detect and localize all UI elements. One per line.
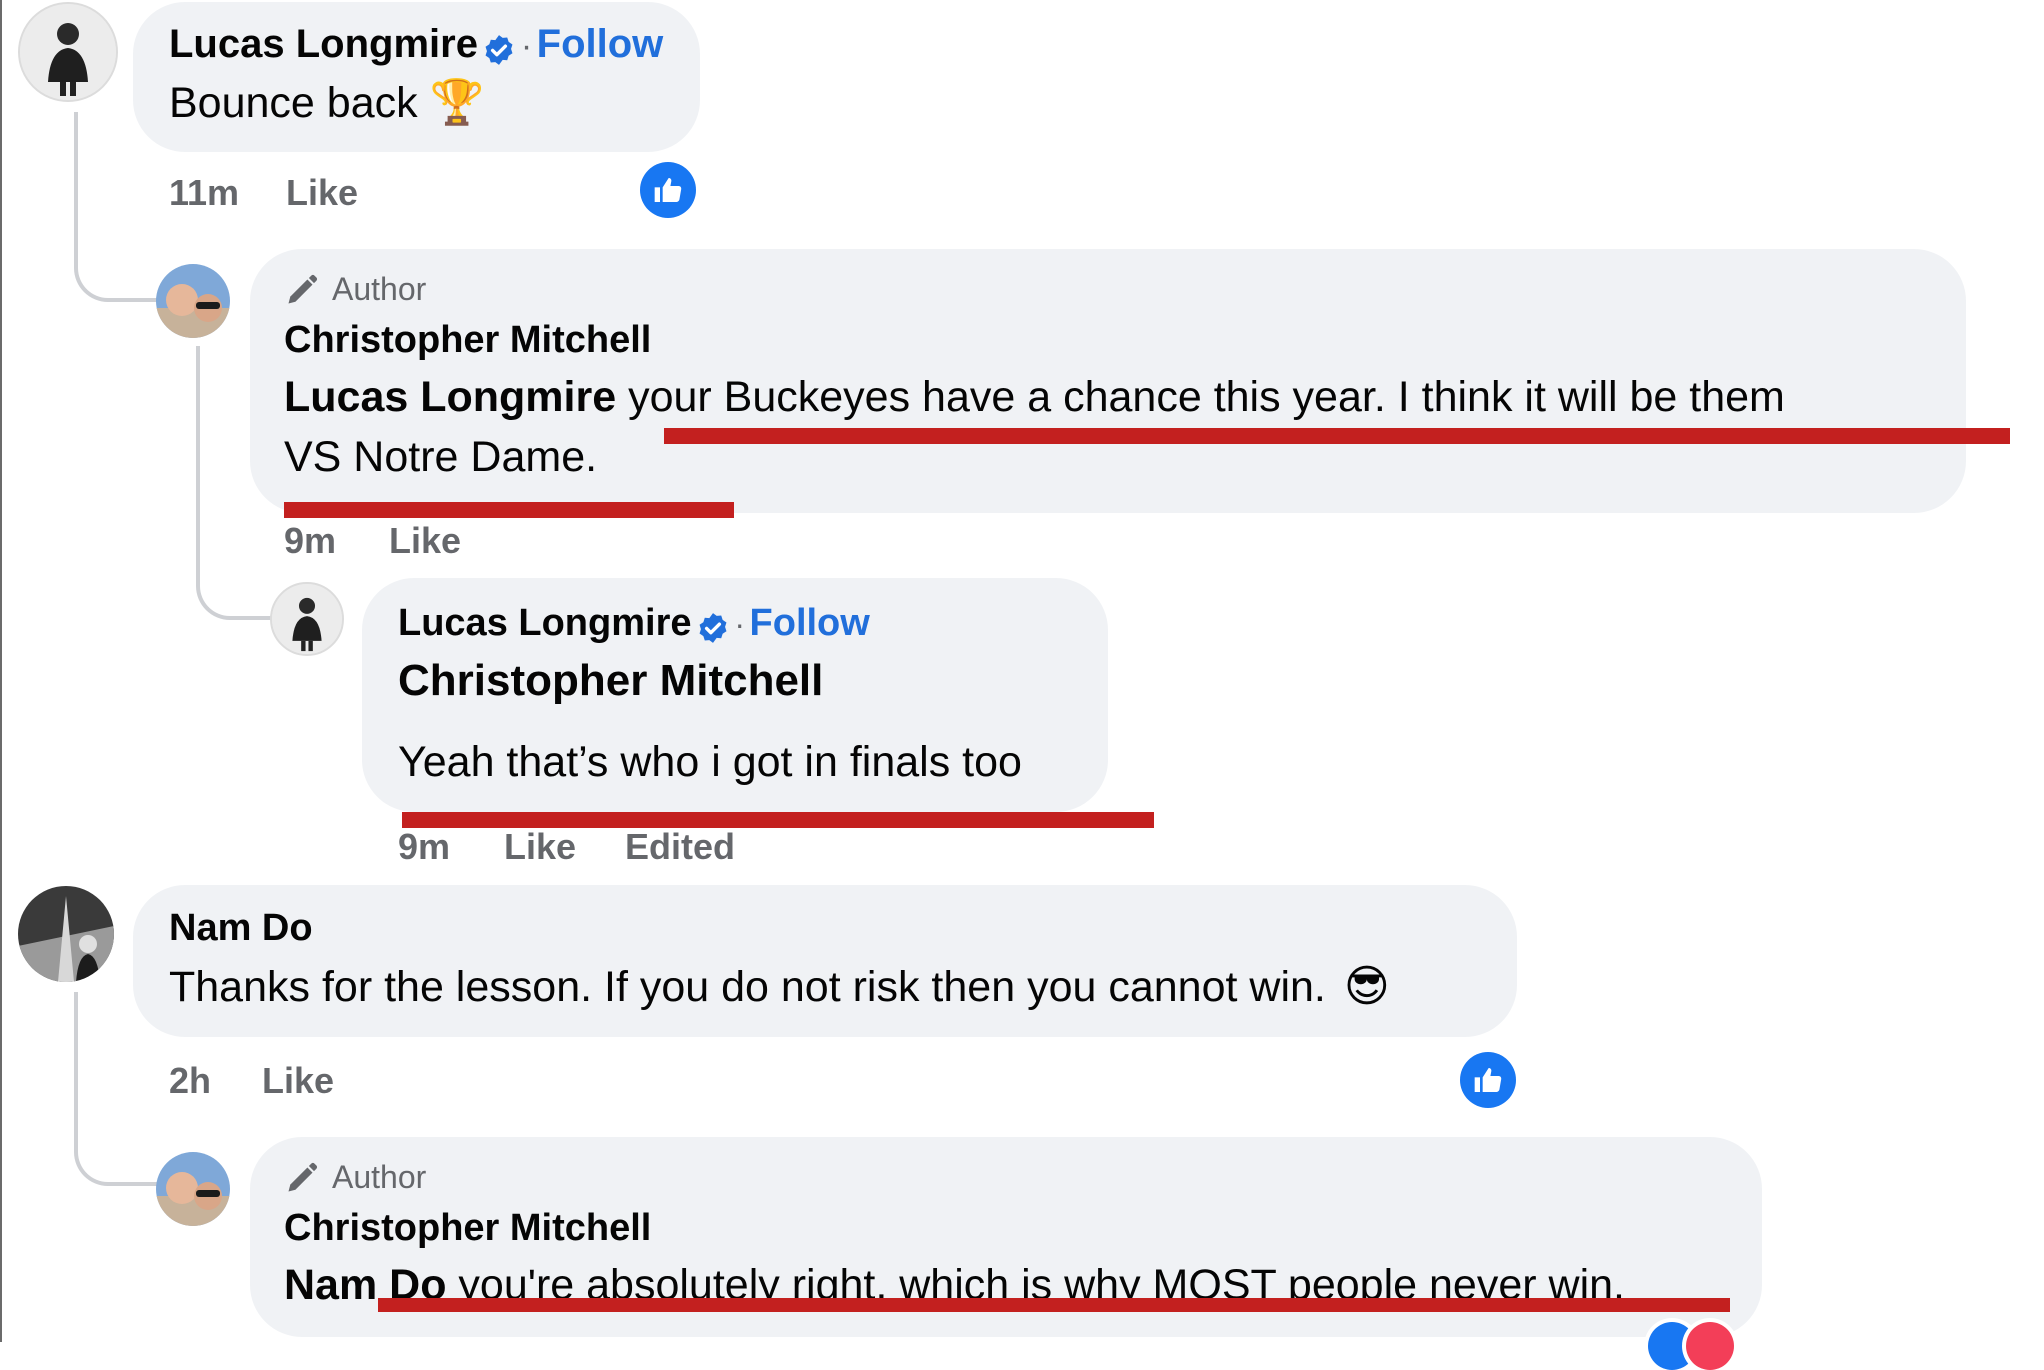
comment-text: Thanks for the lesson. If you do not ris… [169, 961, 1390, 1012]
reply-text-line-1: Lucas Longmire your Buckeyes have a chan… [284, 373, 1785, 422]
like-button[interactable]: Like [504, 826, 576, 868]
pencil-icon [288, 274, 318, 303]
follow-button[interactable]: Follow [750, 602, 870, 644]
reply-bubble: Lucas Longmire · Follow Christopher Mitc… [362, 578, 1108, 812]
commenter-name[interactable]: Lucas Longmire [169, 22, 478, 66]
verified-badge-icon [696, 611, 730, 650]
red-underline-annotation [284, 502, 734, 518]
like-button[interactable]: Like [286, 172, 358, 214]
trophy-emoji: 🏆 [429, 78, 485, 127]
reply-text-line-2: VS Notre Dame. [284, 433, 598, 481]
mention-link[interactable]: Lucas Longmire [284, 373, 616, 421]
red-underline-annotation [378, 1298, 1730, 1312]
reply-bubble: Author Christopher Mitchell Lucas Longmi… [250, 249, 1966, 513]
person-photo-icon [272, 584, 342, 654]
red-underline-annotation [664, 428, 2010, 444]
avatar-lucas-longmire[interactable] [18, 2, 118, 102]
comment-bubble: Lucas Longmire · Follow Bounce back 🏆 [133, 2, 700, 152]
mention-link[interactable]: Christopher Mitchell [398, 656, 823, 706]
reply-body: your Buckeyes have a chance this year. I… [616, 373, 1785, 421]
follow-button[interactable]: Follow [537, 22, 664, 66]
avatar-nam-do[interactable] [18, 886, 114, 982]
love-reaction-icon[interactable] [1686, 1322, 1734, 1370]
person-photo-icon [18, 886, 114, 982]
pencil-icon [288, 1162, 318, 1191]
comment-header: Lucas Longmire · Follow [169, 22, 663, 72]
commenter-name[interactable]: Christopher Mitchell [284, 1207, 651, 1250]
author-badge: Author [284, 271, 426, 308]
comment-text: Bounce back 🏆 [169, 76, 484, 128]
comment-timestamp[interactable]: 9m [398, 826, 450, 868]
avatar-christopher-mitchell[interactable] [156, 1152, 230, 1226]
people-photo-icon [156, 264, 230, 338]
comment-body: Bounce back [169, 79, 418, 127]
commenter-name[interactable]: Christopher Mitchell [284, 319, 651, 362]
comment-timestamp[interactable]: 2h [169, 1060, 211, 1102]
person-photo-icon [20, 4, 116, 100]
comment-body: Thanks for the lesson. If you do not ris… [169, 963, 1326, 1011]
comment-header: Lucas Longmire · Follow [398, 602, 870, 650]
sunglasses-emoji: 😎 [1343, 962, 1390, 1011]
commenter-name[interactable]: Nam Do [169, 907, 313, 950]
comment-timestamp[interactable]: 11m [169, 172, 239, 214]
like-button[interactable]: Like [389, 520, 461, 562]
window-edge [0, 0, 2, 1342]
author-badge-label: Author [332, 271, 427, 307]
like-reaction-icon[interactable] [640, 162, 696, 218]
author-badge-label: Author [332, 1159, 427, 1195]
edited-label: Edited [625, 826, 736, 867]
like-reaction-icon[interactable] [1460, 1052, 1516, 1108]
verified-badge-icon [482, 33, 516, 72]
comment-timestamp[interactable]: 9m [284, 520, 336, 562]
comment-bubble: Nam Do Thanks for the lesson. If you do … [133, 885, 1517, 1037]
reply-body: Yeah that’s who i got in finals too [398, 738, 1022, 786]
commenter-name[interactable]: Lucas Longmire [398, 602, 692, 644]
separator-dot: · [520, 27, 533, 65]
author-badge: Author [284, 1159, 426, 1196]
red-underline-annotation [402, 812, 1154, 828]
people-photo-icon [156, 1152, 230, 1226]
separator-dot: · [734, 606, 746, 642]
like-button[interactable]: Like [262, 1060, 334, 1102]
avatar-christopher-mitchell[interactable] [156, 264, 230, 338]
avatar-lucas-longmire[interactable] [270, 582, 344, 656]
